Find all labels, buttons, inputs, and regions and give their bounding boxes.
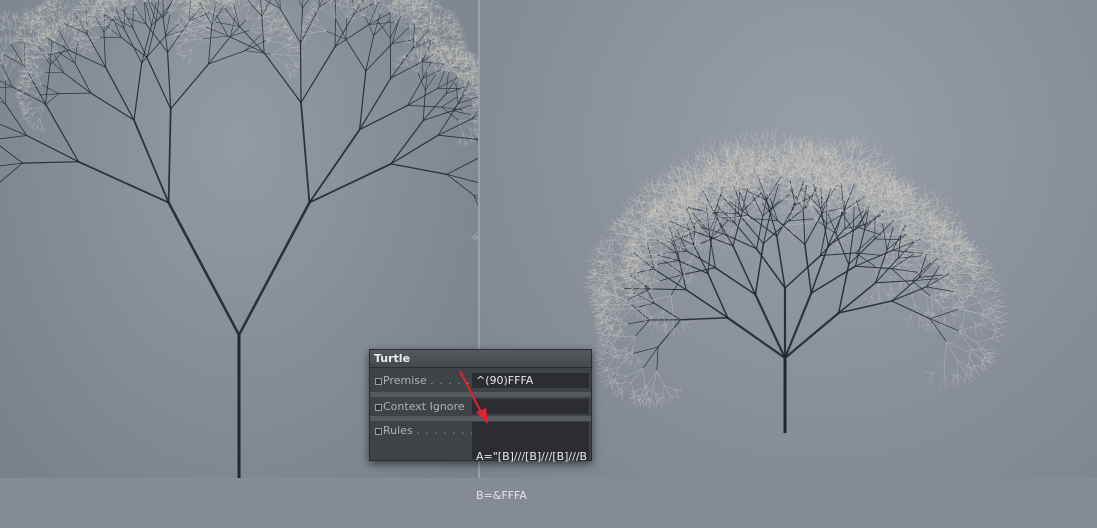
premise-animate-toggle[interactable] — [375, 378, 382, 385]
turtle-panel: Turtle Premise . . . . . . . ^(90)FFFA C… — [369, 349, 592, 461]
context-ignore-row: Context Ignore — [370, 398, 591, 418]
context-ignore-input[interactable] — [472, 399, 589, 414]
premise-row: Premise . . . . . . . ^(90)FFFA — [370, 370, 591, 390]
context-ignore-animate-toggle[interactable] — [375, 404, 382, 411]
premise-input[interactable]: ^(90)FFFA — [472, 373, 589, 388]
rules-line-2: B=&FFFA — [476, 489, 589, 502]
context-ignore-label: Context Ignore — [383, 400, 465, 413]
premise-label: Premise — [383, 374, 427, 387]
rules-line-1: A="[B]///[B]///[B]///B — [476, 450, 589, 463]
row-separator — [370, 416, 591, 421]
row-separator — [370, 392, 591, 397]
rules-animate-toggle[interactable] — [375, 428, 382, 435]
rules-row: Rules . . . . . . . . . A="[B]///[B]///[… — [370, 422, 591, 460]
rules-label: Rules — [383, 424, 413, 437]
panel-title: Turtle — [370, 350, 591, 368]
rules-textarea[interactable]: A="[B]///[B]///[B]///B B=&FFFA — [472, 422, 589, 459]
